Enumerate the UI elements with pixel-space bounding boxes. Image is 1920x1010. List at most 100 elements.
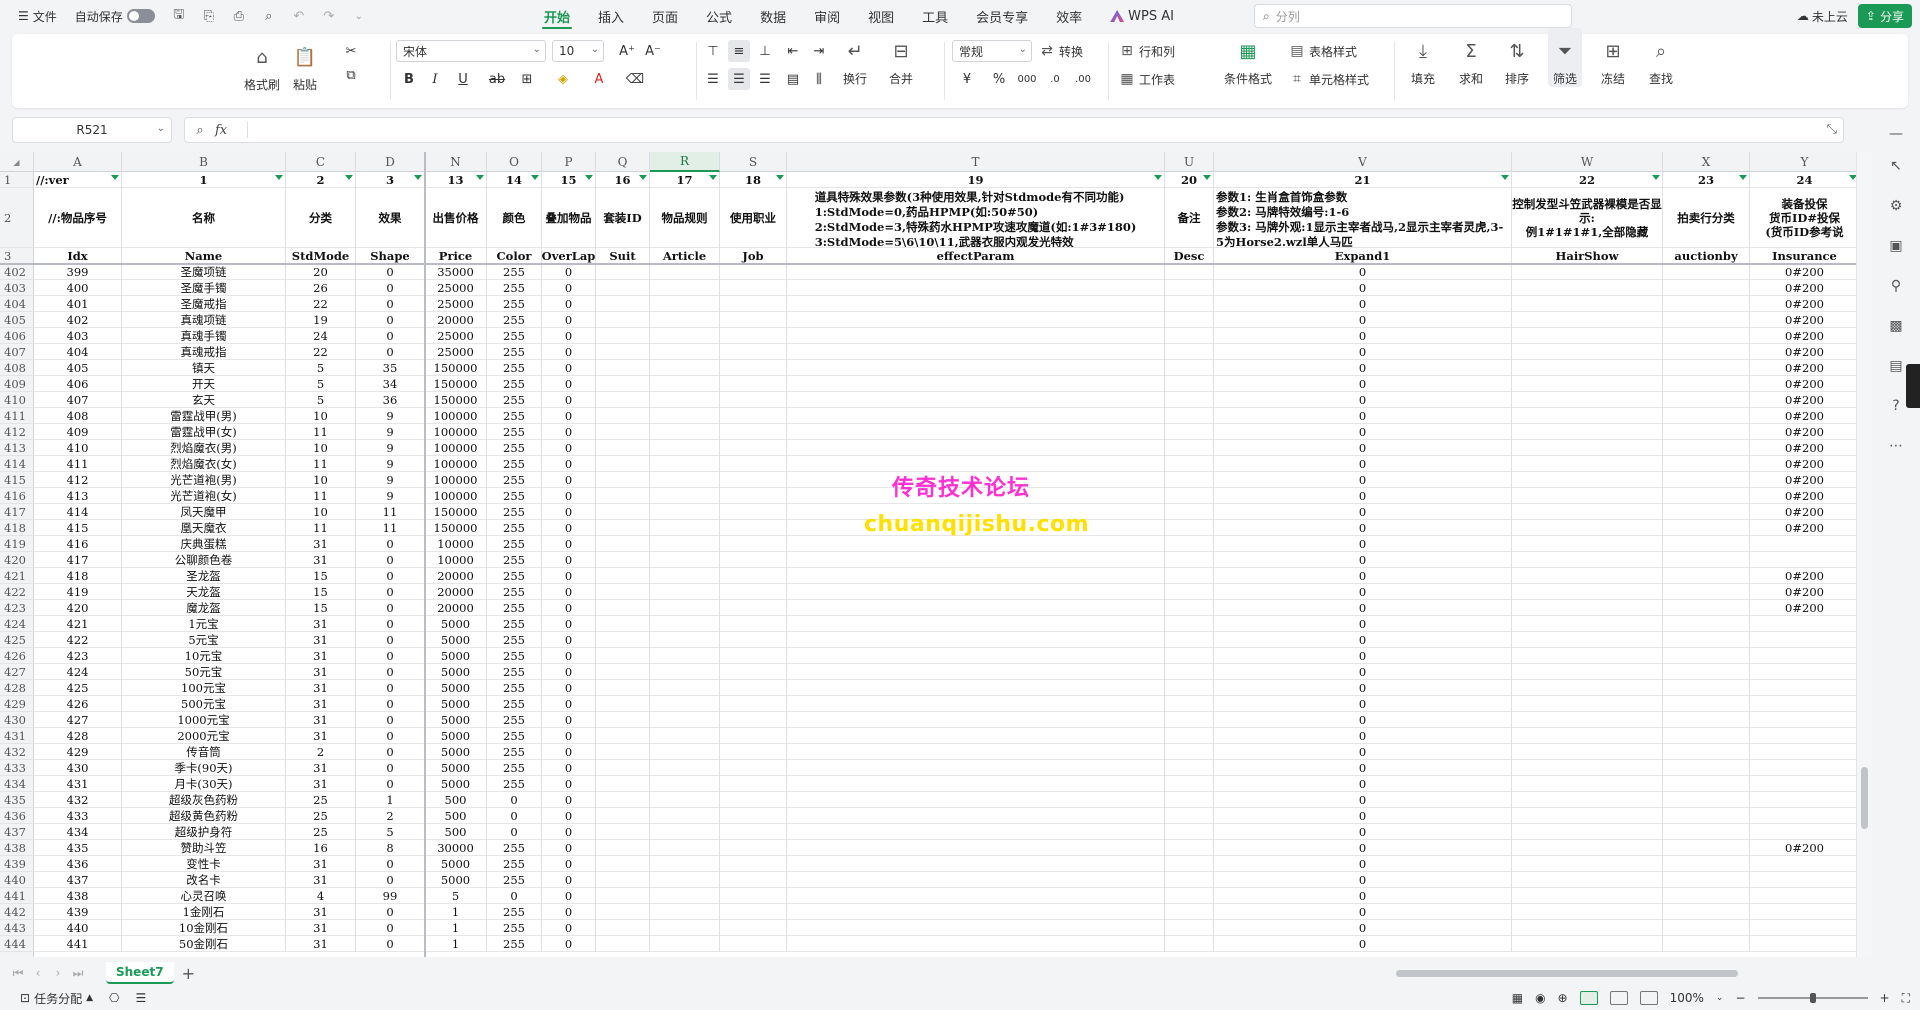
filter-dropdown-icon[interactable] — [111, 175, 119, 180]
data-cell[interactable]: 0 — [1214, 840, 1512, 856]
row-header[interactable]: 438 — [0, 840, 34, 856]
data-cell[interactable]: 427 — [34, 712, 122, 728]
data-cell[interactable]: 0 — [356, 552, 425, 568]
empty-cell[interactable] — [596, 696, 650, 712]
number-format-select[interactable]: 常规 ⌄ — [952, 40, 1032, 62]
empty-cell[interactable] — [1512, 648, 1663, 664]
empty-cell[interactable] — [1663, 744, 1750, 760]
data-cell[interactable]: 0#200 — [1750, 264, 1856, 280]
data-cell[interactable]: 255 — [487, 312, 542, 328]
empty-cell[interactable] — [650, 904, 720, 920]
data-cell[interactable]: 400 — [34, 280, 122, 296]
decrease-decimal-icon[interactable]: .00 — [1072, 68, 1094, 90]
empty-cell[interactable] — [596, 536, 650, 552]
data-cell[interactable]: 255 — [487, 840, 542, 856]
data-cell[interactable]: 423 — [34, 648, 122, 664]
empty-cell[interactable] — [787, 360, 1165, 376]
data-cell[interactable]: 0 — [542, 824, 596, 840]
empty-cell[interactable] — [787, 680, 1165, 696]
font-color-icon[interactable]: A — [588, 68, 610, 90]
data-cell[interactable]: 31 — [286, 776, 356, 792]
cloud-status[interactable]: ☁ 未上云 — [1797, 8, 1848, 25]
data-cell[interactable]: 436 — [34, 856, 122, 872]
data-cell[interactable]: 255 — [487, 696, 542, 712]
row-header[interactable]: 443 — [0, 920, 34, 936]
empty-cell[interactable] — [720, 936, 787, 952]
empty-cell[interactable] — [720, 552, 787, 568]
data-cell[interactable]: 0 — [356, 712, 425, 728]
data-cell[interactable]: 410 — [34, 440, 122, 456]
empty-cell[interactable] — [1165, 856, 1214, 872]
row-header[interactable]: 3 — [0, 248, 34, 264]
data-cell[interactable]: 439 — [34, 904, 122, 920]
data-cell[interactable]: 0 — [542, 616, 596, 632]
header-cell-row2[interactable]: 道具特殊效果参数(3种使用效果,针对Stdmode有不同功能) 1:StdMod… — [787, 188, 1165, 248]
data-cell[interactable]: 0 — [1214, 632, 1512, 648]
merge-button[interactable]: ⊟ 合并 — [888, 28, 914, 87]
data-cell[interactable]: 255 — [487, 264, 542, 280]
data-cell[interactable]: 22 — [286, 344, 356, 360]
data-cell[interactable]: 0 — [1214, 600, 1512, 616]
empty-cell[interactable] — [787, 376, 1165, 392]
empty-cell[interactable] — [1165, 264, 1214, 280]
data-cell[interactable]: 22 — [286, 296, 356, 312]
data-cell[interactable]: 雷霆战甲(男) — [122, 408, 286, 424]
row-header[interactable]: 2 — [0, 188, 34, 248]
empty-cell[interactable] — [720, 520, 787, 536]
data-cell[interactable]: 30000 — [425, 840, 487, 856]
empty-cell[interactable] — [596, 744, 650, 760]
empty-cell[interactable] — [1512, 488, 1663, 504]
data-cell[interactable]: 255 — [487, 632, 542, 648]
data-cell[interactable]: 0 — [542, 728, 596, 744]
align-center-icon[interactable]: ☰ — [728, 68, 750, 90]
empty-cell[interactable] — [787, 664, 1165, 680]
data-cell[interactable]: 31 — [286, 712, 356, 728]
data-cell[interactable]: 0 — [542, 360, 596, 376]
data-cell[interactable]: 0 — [356, 664, 425, 680]
empty-cell[interactable] — [650, 488, 720, 504]
data-cell[interactable]: 426 — [34, 696, 122, 712]
filter-dropdown-icon[interactable] — [1501, 175, 1509, 180]
header-cell-row3[interactable]: effectParam — [787, 248, 1165, 264]
data-cell[interactable]: 玄天 — [122, 392, 286, 408]
empty-cell[interactable] — [1663, 504, 1750, 520]
empty-cell[interactable] — [720, 440, 787, 456]
data-cell[interactable]: 9 — [356, 408, 425, 424]
header-cell-row3[interactable]: Suit — [596, 248, 650, 264]
empty-cell[interactable] — [787, 728, 1165, 744]
data-cell[interactable]: 500 — [425, 808, 487, 824]
empty-cell[interactable] — [1165, 760, 1214, 776]
empty-cell[interactable] — [1663, 424, 1750, 440]
decrease-font-icon[interactable]: A⁻ — [642, 40, 664, 62]
data-cell[interactable]: 0 — [542, 264, 596, 280]
header-cell-row3[interactable]: auctionby — [1663, 248, 1750, 264]
data-cell[interactable]: 31 — [286, 616, 356, 632]
data-cell[interactable]: 0 — [1214, 424, 1512, 440]
data-cell[interactable]: 0#200 — [1750, 312, 1856, 328]
empty-cell[interactable] — [650, 680, 720, 696]
freeze-button[interactable]: ⊞ 冻结 — [1600, 28, 1626, 87]
empty-cell[interactable] — [1165, 936, 1214, 952]
horizontal-scrollbar[interactable] — [1396, 970, 1738, 977]
scroll-thumb[interactable] — [1861, 767, 1868, 829]
data-cell[interactable]: 0#200 — [1750, 392, 1856, 408]
empty-cell[interactable] — [1512, 568, 1663, 584]
empty-cell[interactable] — [1663, 616, 1750, 632]
data-cell[interactable]: 0 — [542, 536, 596, 552]
empty-cell[interactable] — [1512, 520, 1663, 536]
empty-cell[interactable] — [650, 936, 720, 952]
header-cell-row3[interactable]: Expand1 — [1214, 248, 1512, 264]
data-cell[interactable]: 5000 — [425, 680, 487, 696]
empty-cell[interactable] — [1512, 504, 1663, 520]
row-header[interactable]: 425 — [0, 632, 34, 648]
empty-cell[interactable] — [720, 888, 787, 904]
empty-cell[interactable] — [1512, 280, 1663, 296]
data-cell[interactable]: 36 — [356, 392, 425, 408]
data-cell[interactable]: 0 — [542, 376, 596, 392]
data-cell[interactable]: 0 — [542, 520, 596, 536]
data-cell[interactable]: 421 — [34, 616, 122, 632]
empty-cell[interactable] — [650, 424, 720, 440]
increase-font-icon[interactable]: A⁺ — [616, 40, 638, 62]
vertical-scrollbar[interactable] — [1856, 152, 1872, 957]
data-cell[interactable]: 0 — [542, 696, 596, 712]
